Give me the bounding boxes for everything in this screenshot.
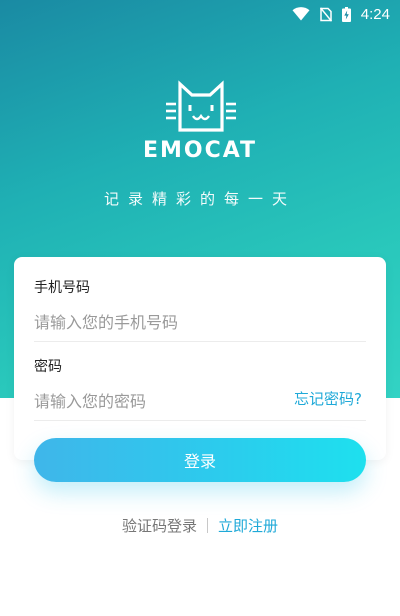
password-divider — [34, 420, 366, 421]
link-separator — [207, 518, 208, 533]
phone-label: 手机号码 — [34, 280, 90, 296]
brand-slogan: 记录精彩的每一天 — [103, 190, 296, 208]
login-card: 手机号码 密码 忘记密码? — [14, 257, 386, 460]
password-label: 密码 — [34, 359, 62, 375]
wifi-icon — [292, 7, 310, 21]
brand-name: EMOCAT — [142, 138, 258, 163]
bottom-links: 验证码登录 立即注册 — [0, 515, 400, 536]
status-bar: 4:24 — [0, 0, 400, 28]
no-sim-icon — [319, 6, 332, 22]
forgot-password-link[interactable]: 忘记密码? — [294, 388, 362, 409]
battery-charging-icon — [341, 6, 351, 22]
login-button[interactable]: 登录 — [34, 438, 366, 482]
password-input[interactable] — [34, 386, 264, 416]
cat-face-icon — [160, 76, 242, 134]
sms-login-link[interactable]: 验证码登录 — [122, 517, 197, 535]
register-link[interactable]: 立即注册 — [218, 517, 278, 535]
phone-divider — [34, 341, 366, 342]
status-time: 4:24 — [360, 5, 390, 23]
phone-input[interactable] — [34, 307, 364, 337]
